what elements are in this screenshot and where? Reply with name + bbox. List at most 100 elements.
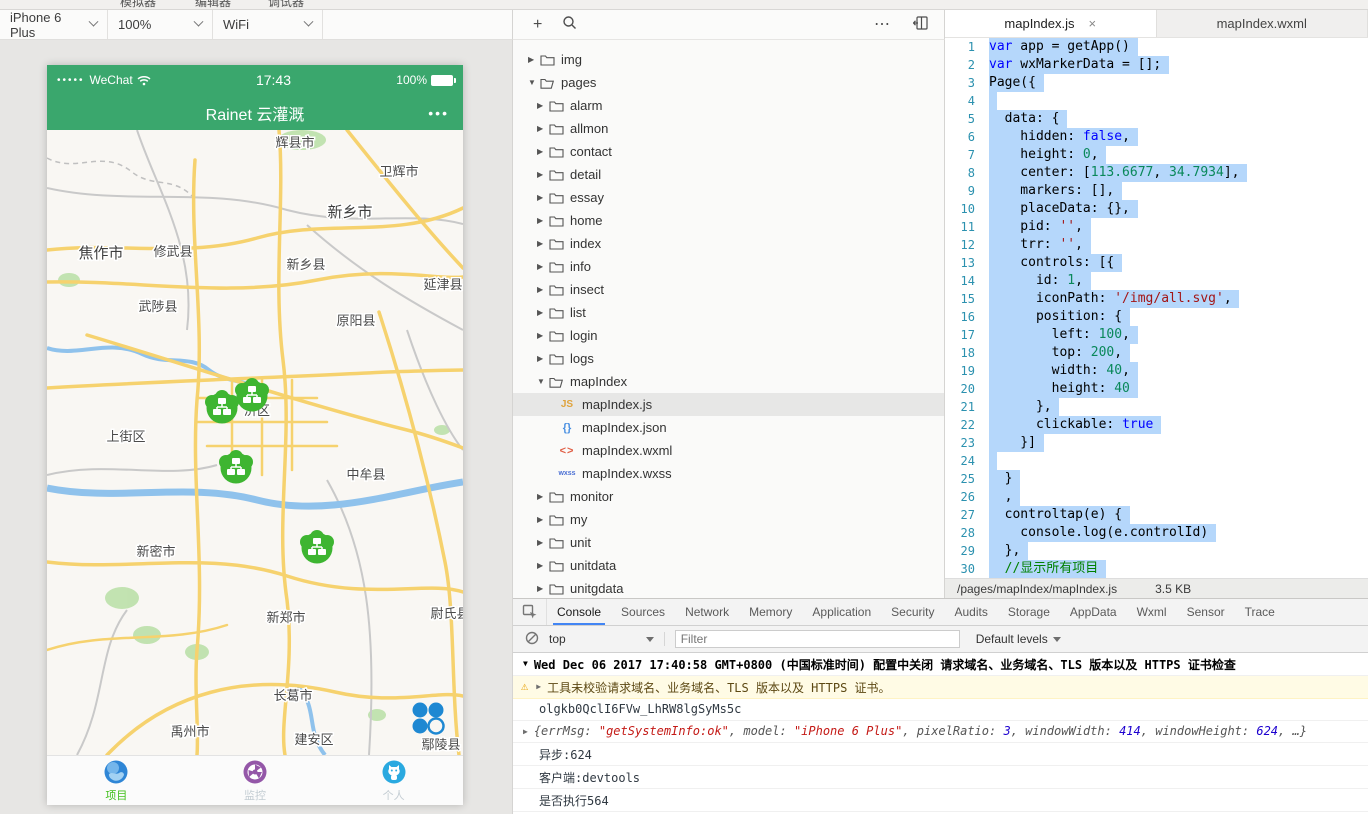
console-message-plain[interactable]: olgkb0QclI6FVw_LhRW8lgSyMs5c (513, 699, 1368, 721)
tree-folder-login[interactable]: ▶login (513, 324, 944, 347)
more-menu-icon[interactable]: ••• (428, 105, 449, 121)
editor-tab-mapindex-js[interactable]: mapIndex.js × (945, 10, 1157, 37)
add-file-button[interactable]: + (533, 17, 542, 33)
devtools-tab-application[interactable]: Application (802, 599, 881, 625)
tree-file-mapIndex.json[interactable]: {}mapIndex.json (513, 416, 944, 439)
tree-folder-index[interactable]: ▶index (513, 232, 944, 255)
tree-disclosure-icon[interactable]: ▶ (537, 515, 547, 524)
tree-folder-mapIndex[interactable]: ▼mapIndex (513, 370, 944, 393)
console-message-obj[interactable]: ▶{errMsg: "getSystemInfo:ok", model: "iP… (513, 721, 1368, 743)
tree-folder-allmon[interactable]: ▶allmon (513, 117, 944, 140)
devtools-tab-sensor[interactable]: Sensor (1177, 599, 1235, 625)
tree-file-mapIndex.wxml[interactable]: <>mapIndex.wxml (513, 439, 944, 462)
console-message-bold[interactable]: ▼Wed Dec 06 2017 17:40:58 GMT+0800 (中国标准… (513, 653, 1368, 676)
tree-folder-essay[interactable]: ▶essay (513, 186, 944, 209)
tab-monitor[interactable]: 监控 (186, 756, 325, 805)
tree-disclosure-icon[interactable]: ▶ (528, 55, 538, 64)
devtools-tab-wxml[interactable]: Wxml (1127, 599, 1177, 625)
devtools-tab-audits[interactable]: Audits (945, 599, 998, 625)
expand-arrow-icon[interactable]: ▼ (523, 659, 528, 668)
console-message-plain[interactable]: 是否执行564 (513, 789, 1368, 812)
search-icon[interactable] (562, 15, 577, 34)
tree-disclosure-icon[interactable]: ▶ (537, 101, 547, 110)
tree-disclosure-icon[interactable]: ▶ (537, 331, 547, 340)
close-icon[interactable]: × (1089, 16, 1097, 31)
devtools-tab-security[interactable]: Security (881, 599, 944, 625)
devtools-tab-sources[interactable]: Sources (611, 599, 675, 625)
tree-folder-contact[interactable]: ▶contact (513, 140, 944, 163)
tree-folder-unit[interactable]: ▶unit (513, 531, 944, 554)
tree-disclosure-icon[interactable]: ▶ (537, 308, 547, 317)
toolbar-item-simulator[interactable]: 模拟器 (120, 0, 156, 10)
tree-folder-unitgdata[interactable]: ▶unitgdata (513, 577, 944, 598)
tree-folder-pages[interactable]: ▼pages (513, 71, 944, 94)
tree-folder-insect[interactable]: ▶insect (513, 278, 944, 301)
tree-folder-detail[interactable]: ▶detail (513, 163, 944, 186)
expand-arrow-icon[interactable]: ▶ (536, 682, 541, 691)
toolbar-item-editor[interactable]: 编辑器 (195, 0, 231, 10)
devtools-tab-console[interactable]: Console (547, 599, 611, 625)
tree-item-label: mapIndex.wxml (582, 443, 672, 458)
inspect-element-icon[interactable] (513, 599, 547, 625)
tree-disclosure-icon[interactable]: ▶ (537, 584, 547, 593)
device-select[interactable]: iPhone 6 Plus (0, 10, 108, 39)
tab-projects[interactable]: 项目 (47, 756, 186, 805)
selected-text: pid: '', (989, 218, 1091, 236)
tab-profile[interactable]: 个人 (324, 756, 463, 805)
console-message-warn[interactable]: ⚠▶工具未校验请求域名、业务域名、TLS 版本以及 HTTPS 证书。 (513, 676, 1368, 699)
editor-tab-mapindex-wxml[interactable]: mapIndex.wxml (1157, 10, 1368, 37)
tree-disclosure-icon[interactable]: ▶ (537, 354, 547, 363)
tree-file-mapIndex.js[interactable]: JSmapIndex.js (513, 393, 944, 416)
network-select[interactable]: WiFi (213, 10, 323, 39)
tree-folder-logs[interactable]: ▶logs (513, 347, 944, 370)
tree-disclosure-icon[interactable]: ▶ (537, 538, 547, 547)
tree-disclosure-icon[interactable]: ▶ (537, 193, 547, 202)
tree-folder-monitor[interactable]: ▶monitor (513, 485, 944, 508)
console-token: , model: (729, 724, 794, 738)
tree-disclosure-icon[interactable]: ▶ (537, 147, 547, 156)
more-actions-button[interactable]: ⋯ (874, 17, 891, 33)
tree-folder-list[interactable]: ▶list (513, 301, 944, 324)
devtools-tab-storage[interactable]: Storage (998, 599, 1060, 625)
tree-disclosure-icon[interactable]: ▶ (537, 216, 547, 225)
tree-disclosure-icon[interactable]: ▶ (537, 492, 547, 501)
collapse-panel-icon[interactable] (913, 16, 928, 34)
tree-disclosure-icon[interactable]: ▼ (528, 78, 538, 87)
tree-disclosure-icon[interactable]: ▶ (537, 285, 547, 294)
tab-profile-label: 个人 (383, 787, 405, 803)
devtools-tab-trace[interactable]: Trace (1235, 599, 1285, 625)
console-message-plain[interactable]: 异步:624 (513, 743, 1368, 766)
devtools-tab-appdata[interactable]: AppData (1060, 599, 1127, 625)
console-token: {errMsg: (534, 724, 599, 738)
console-message-plain[interactable]: 客户端:devtools (513, 766, 1368, 789)
filter-input[interactable] (675, 630, 960, 648)
expand-arrow-icon[interactable]: ▶ (523, 727, 528, 736)
zoom-select[interactable]: 100% (108, 10, 213, 39)
context-select[interactable]: top (549, 632, 665, 646)
tree-disclosure-icon[interactable]: ▶ (537, 561, 547, 570)
tree-folder-alarm[interactable]: ▶alarm (513, 94, 944, 117)
log-levels-select[interactable]: Default levels (976, 632, 1061, 646)
code-token: id: (989, 273, 1067, 288)
tree-disclosure-icon[interactable]: ▶ (537, 170, 547, 179)
folder-icon (549, 238, 564, 250)
tree-disclosure-icon[interactable]: ▶ (537, 262, 547, 271)
tree-folder-my[interactable]: ▶my (513, 508, 944, 531)
tree-disclosure-icon[interactable]: ▶ (537, 239, 547, 248)
code-token: , (1153, 165, 1169, 180)
code-editor[interactable]: 1var app = getApp() 2var wxMarkerData = … (945, 38, 1368, 578)
tree-disclosure-icon[interactable]: ▼ (537, 377, 547, 386)
tree-folder-img[interactable]: ▶img (513, 48, 944, 71)
tree-folder-info[interactable]: ▶info (513, 255, 944, 278)
map-view[interactable]: 辉县市卫辉市新乡市焦作市修武县新乡县延津县武陟县原阳县上街区济区中牟县新密市新郑… (47, 130, 463, 755)
devtools-tab-memory[interactable]: Memory (739, 599, 802, 625)
tree-file-mapIndex.wxss[interactable]: wxssmapIndex.wxss (513, 462, 944, 485)
code-line: 19 width: 40, (945, 362, 1368, 380)
tree-folder-home[interactable]: ▶home (513, 209, 944, 232)
tree-folder-unitdata[interactable]: ▶unitdata (513, 554, 944, 577)
tree-disclosure-icon[interactable]: ▶ (537, 124, 547, 133)
clear-console-icon[interactable] (525, 631, 539, 648)
devtools-tab-network[interactable]: Network (675, 599, 739, 625)
toolbar-item-debugger[interactable]: 调试器 (268, 0, 304, 10)
console-messages[interactable]: ▼Wed Dec 06 2017 17:40:58 GMT+0800 (中国标准… (513, 653, 1368, 814)
